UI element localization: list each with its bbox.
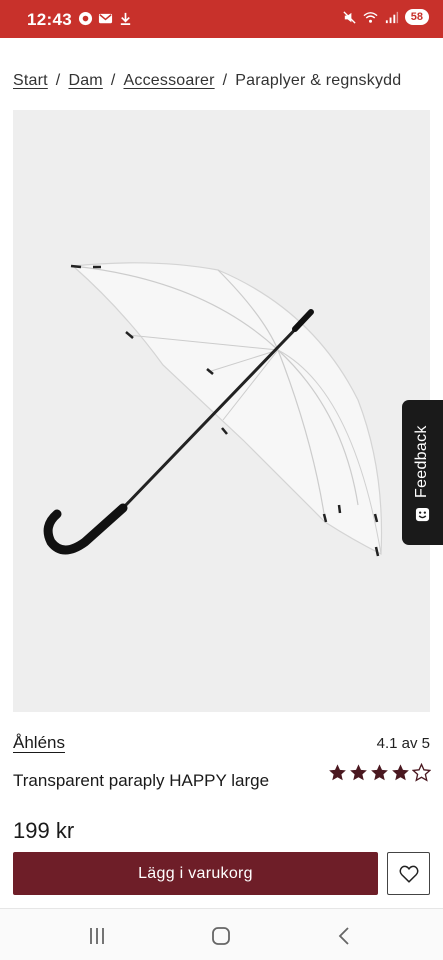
star-filled-icon xyxy=(329,764,346,781)
product-price: 199 kr xyxy=(13,818,75,843)
breadcrumb: Start / Dam / Accessoarer / Paraplyer & regnsk… xyxy=(13,72,433,96)
back-icon[interactable] xyxy=(334,925,356,947)
star-filled-icon xyxy=(371,764,388,781)
heart-icon xyxy=(399,865,418,883)
smiley-icon xyxy=(415,507,430,522)
add-to-cart-button[interactable]: Lägg i varukorg xyxy=(13,852,378,895)
breadcrumb-separator: / xyxy=(110,72,116,89)
star-empty-icon xyxy=(412,763,431,782)
star-filled-icon xyxy=(350,764,367,781)
rating-stars[interactable] xyxy=(328,763,431,782)
product-image[interactable] xyxy=(13,110,430,712)
product-title: Transparent paraply HAPPY large xyxy=(13,771,270,790)
web-notification-icon xyxy=(78,11,93,26)
breadcrumb-separator: / xyxy=(55,72,61,89)
mail-icon xyxy=(98,13,113,24)
breadcrumb-current[interactable]: Paraplyer & regnskydd xyxy=(235,72,401,89)
star-filled-icon xyxy=(392,764,409,781)
wishlist-button[interactable] xyxy=(387,852,430,895)
wifi-icon xyxy=(363,11,378,23)
home-icon[interactable] xyxy=(210,925,232,947)
mute-icon xyxy=(343,10,356,24)
battery-indicator: 58 xyxy=(404,9,429,25)
recent-apps-icon[interactable] xyxy=(86,925,108,947)
system-icons: 58 xyxy=(342,9,429,25)
feedback-label: Feedback xyxy=(413,425,430,498)
breadcrumb-accessoarer[interactable]: Accessoarer xyxy=(124,72,215,89)
umbrella-image xyxy=(43,262,383,557)
breadcrumb-dam[interactable]: Dam xyxy=(68,72,102,89)
download-icon xyxy=(120,12,131,25)
status-bar: 12:43 58 xyxy=(0,0,443,38)
breadcrumb-separator: / xyxy=(222,72,228,89)
signal-icon xyxy=(385,11,398,23)
system-nav-bar xyxy=(0,908,443,960)
status-time: 12:43 xyxy=(27,10,72,29)
rating-text: 4.1 av 5 xyxy=(376,735,430,752)
breadcrumb-start[interactable]: Start xyxy=(13,72,48,89)
brand-link[interactable]: Åhléns xyxy=(13,733,65,753)
notification-icons xyxy=(78,11,133,26)
feedback-tab[interactable]: Feedback xyxy=(402,400,443,545)
